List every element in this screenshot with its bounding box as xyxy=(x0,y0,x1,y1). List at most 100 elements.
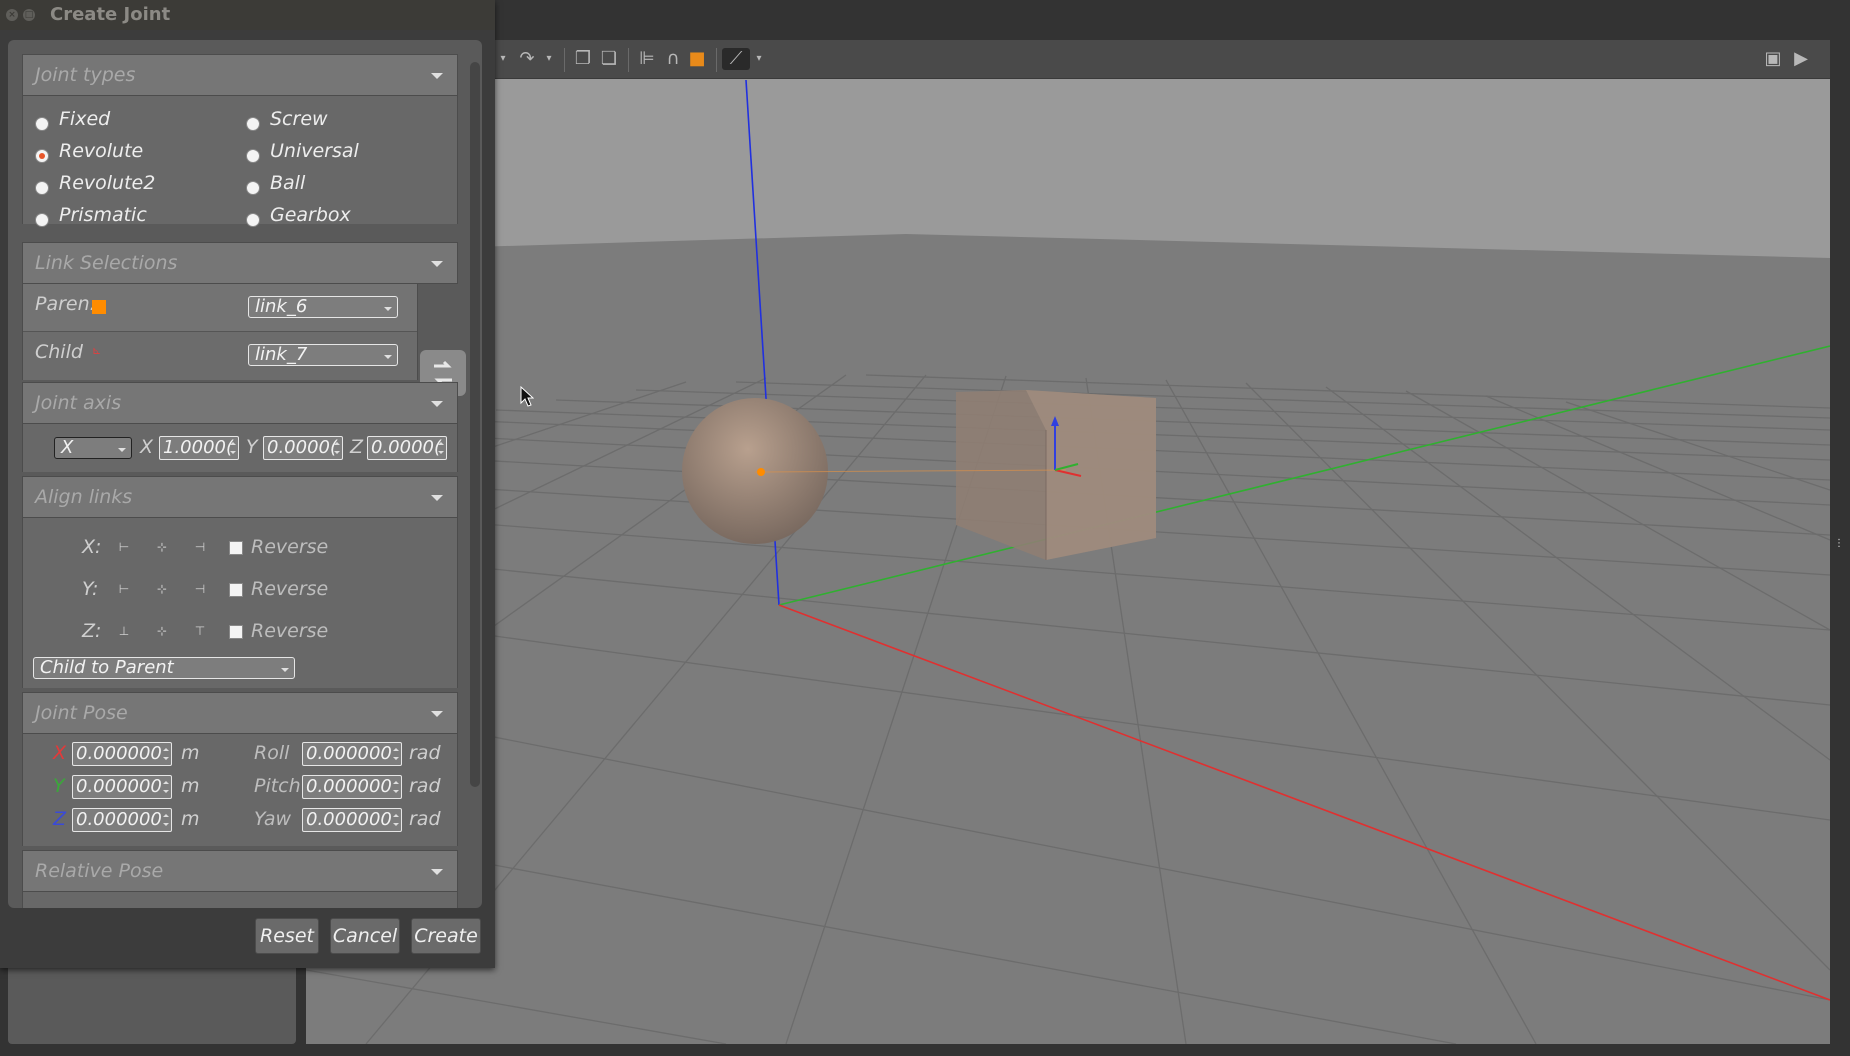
3d-viewport[interactable] xyxy=(306,40,1830,1044)
pose-z-input[interactable]: 0.000000 xyxy=(72,808,172,832)
cancel-button[interactable]: Cancel xyxy=(330,918,400,954)
link-selections-header[interactable]: Link Selections xyxy=(22,242,458,284)
radio-gearbox[interactable] xyxy=(246,213,260,227)
input-value: 0.000000 xyxy=(76,776,162,797)
joint-type-label[interactable]: Revolute xyxy=(59,140,143,162)
align-icon[interactable]: ⊫ xyxy=(636,48,658,70)
pose-y-label: Y xyxy=(53,775,65,797)
joint-tool-dropdown-icon[interactable]: ▾ xyxy=(748,48,770,70)
paste-icon[interactable]: ❏ xyxy=(598,48,620,70)
unit-label: rad xyxy=(409,775,441,797)
section-title: Joint types xyxy=(35,64,136,86)
axis-x-input[interactable]: 1.0000( xyxy=(159,436,239,460)
joint-pose-header[interactable]: Joint Pose xyxy=(22,692,458,734)
radio-prismatic[interactable] xyxy=(35,213,49,227)
axis-y-label: Y xyxy=(246,436,258,458)
pose-y-input[interactable]: 0.000000 xyxy=(72,775,172,799)
joint-type-label[interactable]: Prismatic xyxy=(59,204,147,226)
align-center-icon[interactable]: ⊹ xyxy=(155,540,169,554)
radio-universal[interactable] xyxy=(246,149,260,163)
joint-type-label[interactable]: Ball xyxy=(270,172,305,194)
undo-dropdown-icon[interactable]: ▾ xyxy=(492,48,514,70)
snap-icon[interactable]: ∩ xyxy=(662,48,684,70)
child-link-select[interactable]: link_7 xyxy=(248,344,398,366)
axis-x-label: X xyxy=(140,436,154,458)
dialog-body: Joint types Fixed Revolute Revolute2 Pri… xyxy=(8,40,482,908)
roll-input[interactable]: 0.000000 xyxy=(302,742,402,766)
maximize-icon[interactable]: □ xyxy=(23,9,35,21)
chevron-down-icon[interactable] xyxy=(431,401,443,407)
scene-render xyxy=(306,40,1830,1044)
child-label: Child xyxy=(35,341,83,363)
joint-types-header[interactable]: Joint types xyxy=(22,54,458,96)
chevron-down-icon[interactable] xyxy=(431,869,443,875)
reverse-z-checkbox[interactable] xyxy=(229,625,243,639)
record-video-icon[interactable]: ▶ xyxy=(1790,48,1812,70)
parent-link-select[interactable]: link_6 xyxy=(248,296,398,318)
joint-axis-header[interactable]: Joint axis xyxy=(22,382,458,424)
reverse-label: Reverse xyxy=(251,620,329,642)
input-value: 0.000000 xyxy=(306,776,392,797)
create-button[interactable]: Create xyxy=(411,918,481,954)
align-center-icon[interactable]: ⊹ xyxy=(155,624,169,638)
close-icon[interactable]: × xyxy=(6,9,18,21)
joint-type-label[interactable]: Revolute2 xyxy=(59,172,155,194)
section-title: Align links xyxy=(35,486,133,508)
chevron-down-icon[interactable] xyxy=(431,495,443,501)
redo-dropdown-icon[interactable]: ▾ xyxy=(538,48,560,70)
align-max-icon[interactable]: ⊤ xyxy=(193,624,207,638)
dialog-titlebar[interactable]: × □ Create Joint xyxy=(0,0,495,30)
axis-preset-select[interactable]: X xyxy=(54,437,132,459)
radio-ball[interactable] xyxy=(246,181,260,195)
axis-y-input[interactable]: 0.0000( xyxy=(263,436,343,460)
chevron-down-icon xyxy=(384,307,392,311)
pose-x-input[interactable]: 0.000000 xyxy=(72,742,172,766)
select-value: link_6 xyxy=(255,296,308,317)
radio-fixed[interactable] xyxy=(35,117,49,131)
sphere-model[interactable] xyxy=(682,398,828,544)
input-value: 0.000000 xyxy=(76,809,162,830)
redo-icon[interactable]: ↷ xyxy=(516,48,538,70)
select-value: link_7 xyxy=(255,344,308,365)
relative-pose-header[interactable]: Relative Pose xyxy=(22,850,458,892)
joint-type-label[interactable]: Fixed xyxy=(59,108,110,130)
handle-grip-icon[interactable]: ⋮ xyxy=(1834,538,1844,549)
reverse-x-checkbox[interactable] xyxy=(229,541,243,555)
joint-tool-icon[interactable]: ⟋ xyxy=(722,48,750,70)
axis-z-input[interactable]: 0.0000( xyxy=(367,436,447,460)
align-max-icon[interactable]: ⊣ xyxy=(193,540,207,554)
align-min-icon[interactable]: ⊢ xyxy=(117,582,131,596)
chevron-down-icon[interactable] xyxy=(431,711,443,717)
joint-type-label[interactable]: Gearbox xyxy=(270,204,351,226)
left-side-panel xyxy=(8,960,296,1044)
reset-button[interactable]: Reset xyxy=(255,918,319,954)
parent-label: Paren: xyxy=(35,293,97,315)
align-center-icon[interactable]: ⊹ xyxy=(155,582,169,596)
radio-screw[interactable] xyxy=(246,117,260,131)
unit-label: m xyxy=(181,742,200,764)
yaw-input[interactable]: 0.000000 xyxy=(302,808,402,832)
input-value: 0.0000( xyxy=(371,437,442,458)
joint-type-label[interactable]: Screw xyxy=(270,108,328,130)
view-angle-icon[interactable]: ■ xyxy=(686,48,708,70)
chevron-down-icon[interactable] xyxy=(431,261,443,267)
align-max-icon[interactable]: ⊣ xyxy=(193,582,207,596)
chevron-down-icon[interactable] xyxy=(431,73,443,79)
align-mode-select[interactable]: Child to Parent xyxy=(33,657,295,679)
align-links-header[interactable]: Align links xyxy=(22,476,458,518)
chevron-down-icon xyxy=(281,668,289,672)
reverse-y-checkbox[interactable] xyxy=(229,583,243,597)
relative-pose-body xyxy=(22,892,458,908)
radio-revolute2[interactable] xyxy=(35,181,49,195)
align-min-icon[interactable]: ⊥ xyxy=(117,624,131,638)
box-model[interactable] xyxy=(956,390,1156,560)
joint-type-label[interactable]: Universal xyxy=(270,140,359,162)
radio-revolute[interactable] xyxy=(35,149,49,163)
align-min-icon[interactable]: ⊢ xyxy=(117,540,131,554)
dialog-scrollbar[interactable] xyxy=(470,62,480,787)
chevron-down-icon xyxy=(384,355,392,359)
copy-icon[interactable]: ❐ xyxy=(572,48,594,70)
pitch-input[interactable]: 0.000000 xyxy=(302,775,402,799)
toolbar-separator xyxy=(716,48,717,72)
screenshot-icon[interactable]: ▣ xyxy=(1762,48,1784,70)
